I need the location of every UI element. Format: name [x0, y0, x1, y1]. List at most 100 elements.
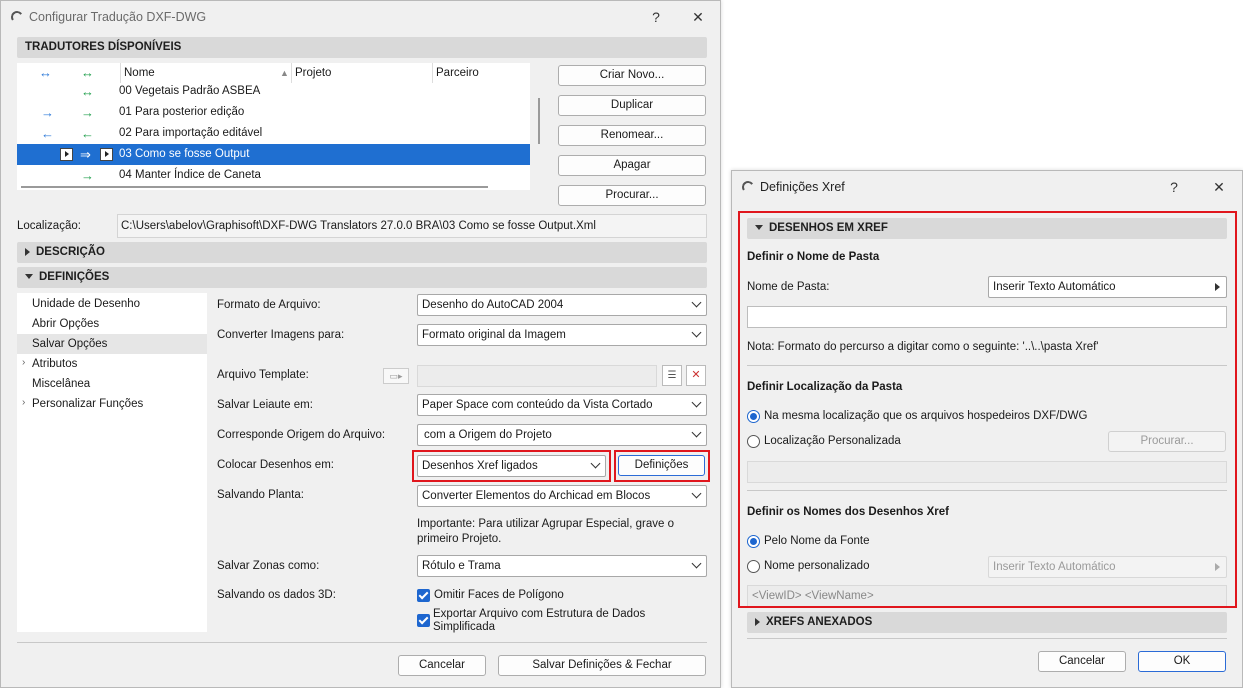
plan-label: Salvando Planta:: [217, 489, 304, 501]
convert-images-label: Converter Imagens para:: [217, 329, 345, 341]
expand-icon: [755, 617, 760, 626]
nav-item-attributes[interactable]: Atributos: [17, 354, 207, 374]
translator-name: 00 Vegetais Padrão ASBEA: [119, 85, 261, 97]
highlight-frame: [412, 450, 611, 482]
translators-header: TRADUTORES DÍSPONÍVEIS: [17, 37, 707, 58]
file-format-label: Formato de Arquivo:: [217, 299, 321, 311]
browse-button[interactable]: Procurar...: [558, 185, 706, 206]
translators-list[interactable]: ↔ ↔ Nome ▲ Projeto Parceiro ↔ 00 Vegetai…: [17, 63, 530, 190]
convert-images-dropdown[interactable]: Formato original da Imagem: [417, 324, 707, 346]
app-logo-icon: [10, 10, 24, 24]
xref-title: Definições Xref: [760, 180, 845, 194]
translator-row-selected[interactable]: ⇒ 03 Como se fosse Output: [17, 144, 530, 165]
zones-dropdown[interactable]: Rótulo e Trama: [417, 555, 707, 577]
omit-faces-label: Omitir Faces de Polígono: [434, 589, 564, 601]
create-new-button[interactable]: Criar Novo...: [558, 65, 706, 86]
import-arrow-icon: ←: [81, 126, 94, 141]
chevron-down-icon: [691, 297, 702, 308]
duplicate-button[interactable]: Duplicar: [558, 95, 706, 116]
sort-arrow-icon: ▲: [280, 68, 289, 78]
export-arrow-icon: →: [81, 168, 94, 183]
xref-dialog: Definições Xref ? ✕ DESENHOS EM XREF Def…: [731, 170, 1243, 688]
close-button[interactable]: ✕: [687, 7, 709, 27]
footer-divider: [17, 642, 707, 643]
chevron-down-icon: [691, 488, 702, 499]
translator-row[interactable]: ← ← 02 Para importação editável: [17, 123, 530, 144]
data3d-label: Salvando os dados 3D:: [217, 589, 336, 601]
play-icon: [60, 148, 73, 161]
footer-divider: [747, 638, 1227, 639]
settings-nav: Unidade de Desenho Abrir Opções Salvar O…: [17, 293, 207, 632]
rename-button[interactable]: Renomear...: [558, 125, 706, 146]
export-structure-checkbox[interactable]: [417, 614, 430, 627]
import-arrow-icon: ←: [41, 126, 54, 141]
chevron-down-icon: [691, 558, 702, 569]
horizontal-scrollbar[interactable]: [21, 186, 488, 188]
template-field: [417, 365, 657, 387]
folder-open-icon[interactable]: ▭▸: [383, 368, 409, 384]
app-logo-icon: [741, 180, 755, 194]
nav-item-customize[interactable]: Personalizar Funções: [17, 394, 207, 414]
both-directions-icon: ↔: [81, 84, 94, 99]
translator-row[interactable]: → 04 Manter Índice de Caneta: [17, 165, 530, 186]
column-name[interactable]: Nome: [124, 63, 155, 83]
xref-titlebar: Definições Xref ? ✕: [732, 171, 1242, 203]
clear-icon[interactable]: ✕: [686, 365, 706, 386]
column-project[interactable]: Projeto: [295, 63, 331, 83]
both-directions-icon: ↔: [39, 65, 52, 80]
collapse-icon: [25, 274, 33, 280]
ok-button[interactable]: OK: [1138, 651, 1226, 672]
template-label: Arquivo Template:: [217, 369, 309, 381]
list-header: ↔ ↔ Nome ▲ Projeto Parceiro: [17, 63, 530, 83]
export-double-arrow-icon: ⇒: [80, 147, 91, 162]
cancel-button[interactable]: Cancelar: [398, 655, 486, 676]
omit-faces-checkbox[interactable]: [417, 589, 430, 602]
cancel-button[interactable]: Cancelar: [1038, 651, 1126, 672]
translator-row[interactable]: ↔ 00 Vegetais Padrão ASBEA: [17, 81, 530, 102]
close-button[interactable]: ✕: [1208, 177, 1230, 197]
plan-dropdown[interactable]: Converter Elementos do Archicad em Bloco…: [417, 485, 707, 507]
vertical-scrollbar[interactable]: [538, 98, 540, 144]
zones-label: Salvar Zonas como:: [217, 560, 320, 572]
expand-icon: [25, 247, 30, 256]
play-icon: [100, 148, 113, 161]
dialog-titlebar: Configurar Tradução DXF-DWG ? ✕: [1, 1, 720, 33]
translator-name: 04 Manter Índice de Caneta: [119, 169, 261, 181]
translator-name: 03 Como se fosse Output: [119, 148, 250, 160]
translator-name: 01 Para posterior edição: [119, 106, 245, 118]
xrefs-attached-header[interactable]: XREFS ANEXADOS: [747, 612, 1227, 633]
export-structure-label: Exportar Arquivo com Estrutura de Dados …: [433, 608, 646, 633]
origin-label: Corresponde Origem do Arquivo:: [217, 429, 386, 441]
place-drawings-label: Colocar Desenhos em:: [217, 459, 334, 471]
nav-item-drawing-unit[interactable]: Unidade de Desenho: [17, 294, 207, 314]
layout-dropdown[interactable]: Paper Space com conteúdo da Vista Cortad…: [417, 394, 707, 416]
browse-list-icon[interactable]: ☰: [662, 365, 682, 386]
chevron-down-icon: [691, 427, 702, 438]
nav-item-misc[interactable]: Miscelânea: [17, 374, 207, 394]
important-note: Importante: Para utilizar Agrupar Especi…: [417, 518, 674, 545]
chevron-down-icon: [691, 397, 702, 408]
file-format-dropdown[interactable]: Desenho do AutoCAD 2004: [417, 294, 707, 316]
translator-row[interactable]: → → 01 Para posterior edição: [17, 102, 530, 123]
highlight-frame: [738, 211, 1237, 608]
delete-button[interactable]: Apagar: [558, 155, 706, 176]
translator-name: 02 Para importação editável: [119, 127, 263, 139]
chevron-down-icon: [691, 327, 702, 338]
definitions-header[interactable]: DEFINIÇÕES: [17, 267, 707, 288]
help-button[interactable]: ?: [1163, 177, 1185, 197]
highlight-frame: [614, 450, 710, 482]
description-header[interactable]: DESCRIÇÃO: [17, 242, 707, 263]
both-directions-icon: ↔: [81, 65, 94, 80]
nav-item-open-options[interactable]: Abrir Opções: [17, 314, 207, 334]
origin-dropdown[interactable]: com a Origem do Projeto: [417, 424, 707, 446]
translation-dialog: Configurar Tradução DXF-DWG ? ✕ TRADUTOR…: [0, 0, 721, 688]
save-close-button[interactable]: Salvar Definições & Fechar: [498, 655, 706, 676]
help-button[interactable]: ?: [645, 7, 667, 27]
export-arrow-icon: →: [41, 105, 54, 120]
export-arrow-icon: →: [81, 105, 94, 120]
nav-item-save-options[interactable]: Salvar Opções: [17, 334, 207, 354]
location-value: C:\Users\abelov\Graphisoft\DXF-DWG Trans…: [121, 220, 596, 232]
location-label: Localização:: [17, 220, 81, 232]
dialog-title: Configurar Tradução DXF-DWG: [29, 10, 207, 24]
column-partner[interactable]: Parceiro: [436, 63, 479, 83]
